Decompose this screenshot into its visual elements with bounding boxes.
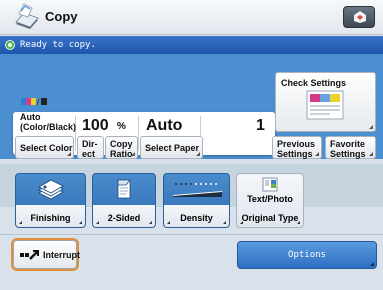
chevron-icon — [315, 152, 319, 156]
favorite-settings-button[interactable]: Favorite Settings — [325, 136, 376, 159]
check-settings-label: Check Settings — [281, 78, 347, 88]
chevron-left-icon — [167, 221, 170, 224]
copy-ratio-label: Copy Ratio — [110, 139, 133, 159]
select-color-label: Select Color — [20, 143, 73, 153]
color-mode-line2: (Color/Black) — [20, 122, 77, 132]
direct-label-line1: Dir- — [82, 139, 98, 149]
status-bar: Ready to copy. — [0, 36, 383, 54]
chevron-left-icon — [19, 221, 22, 224]
previous-settings-line1: Previous — [277, 139, 316, 149]
title-bar: Copy — [0, 0, 383, 35]
finishing-button[interactable]: Finishing — [15, 173, 86, 228]
finishing-label: Finishing — [30, 213, 71, 223]
svg-text:/: / — [37, 98, 40, 106]
home-menu-button[interactable] — [343, 6, 375, 28]
check-settings-icon — [306, 90, 344, 120]
two-sided-button[interactable]: 2-Sided — [92, 173, 156, 228]
status-text: Ready to copy. — [20, 40, 96, 50]
chevron-icon — [196, 152, 200, 156]
chevron-icon — [370, 262, 374, 266]
divider — [138, 116, 139, 151]
favorite-settings-label: Favorite Settings — [330, 139, 366, 159]
original-type-value: Text/Photo — [247, 194, 293, 204]
copy-ratio-button[interactable]: Copy Ratio — [105, 136, 138, 159]
two-sided-label: 2-Sided — [107, 213, 141, 223]
direct-label: Dir- ect — [82, 139, 98, 159]
select-paper-button[interactable]: Select Paper — [140, 136, 203, 159]
favorite-settings-line2: Settings — [330, 149, 366, 159]
chevron-icon — [369, 125, 373, 129]
chevron-right-icon — [223, 221, 226, 224]
previous-settings-button[interactable]: Previous Settings — [272, 136, 322, 159]
color-mode-icon: / — [21, 98, 47, 106]
two-sided-icon — [117, 179, 131, 199]
copy-app-icon — [15, 3, 39, 29]
direct-label-line2: ect — [82, 149, 96, 159]
previous-settings-line2: Settings — [277, 149, 313, 159]
home-menu-icon — [354, 11, 366, 23]
color-mode-value: Auto (Color/Black) — [20, 112, 76, 132]
color-mode-line1: Auto — [20, 112, 41, 122]
chevron-left-icon — [240, 221, 243, 224]
favorite-settings-line1: Favorite — [330, 139, 366, 149]
copy-ratio-value: 100 — [82, 117, 109, 134]
density-button[interactable]: Density — [163, 173, 230, 228]
copy-ratio-label-line1: Copy — [110, 139, 133, 149]
density-label: Density — [180, 213, 213, 223]
previous-settings-label: Previous Settings — [277, 139, 315, 159]
options-label: Options — [288, 250, 326, 260]
original-type-button[interactable]: Text/Photo Original Type — [236, 173, 304, 228]
interrupt-button[interactable]: Interrupt — [13, 240, 80, 269]
paper-size-value: Auto — [146, 117, 183, 134]
chevron-right-icon — [79, 221, 82, 224]
direct-button[interactable]: Dir- ect — [77, 136, 104, 159]
chevron-icon — [67, 152, 71, 156]
chevron-right-icon — [297, 221, 300, 224]
density-icon — [173, 183, 222, 197]
ready-status-icon — [5, 40, 15, 50]
original-type-icon — [262, 177, 278, 192]
chevron-left-icon — [96, 221, 99, 224]
select-paper-label: Select Paper — [145, 143, 200, 153]
check-settings-button[interactable]: Check Settings — [275, 72, 376, 132]
copies-count: 1 — [256, 117, 265, 134]
options-button[interactable]: Options — [237, 241, 377, 269]
finishing-icon — [38, 179, 64, 200]
interrupt-icon — [20, 250, 39, 260]
divider — [0, 234, 383, 235]
interrupt-label: Interrupt — [43, 250, 80, 260]
chevron-icon — [369, 152, 373, 156]
chevron-icon — [131, 152, 135, 156]
select-color-button[interactable]: Select Color — [15, 136, 74, 159]
chevron-right-icon — [149, 221, 152, 224]
original-type-label: Original Type — [241, 213, 299, 223]
copy-ratio-label-line2: Ratio — [110, 149, 133, 159]
copy-ratio-unit: % — [117, 121, 126, 132]
page-title: Copy — [45, 9, 78, 24]
